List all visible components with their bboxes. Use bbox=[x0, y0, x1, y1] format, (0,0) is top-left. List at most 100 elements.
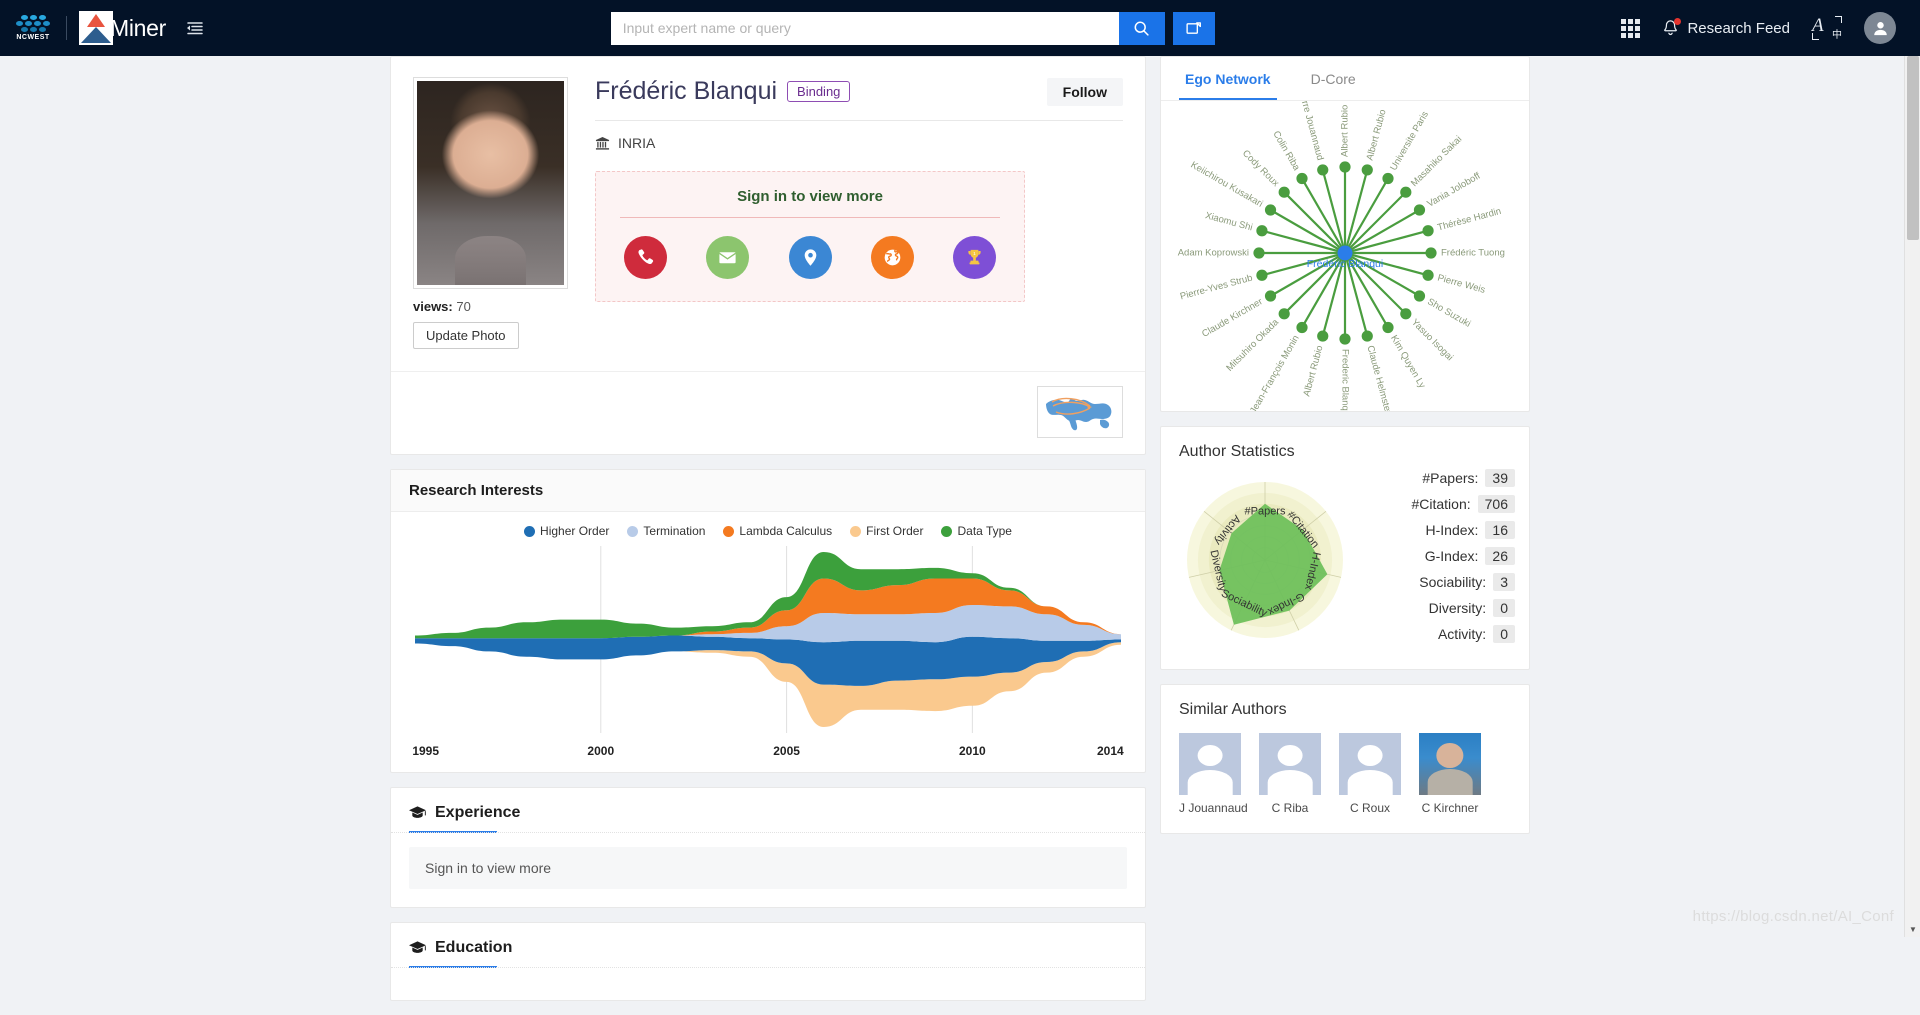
grid-apps-icon[interactable] bbox=[1621, 19, 1640, 38]
ego-node-label[interactable]: Vania Joloboff bbox=[1425, 170, 1482, 209]
ego-node[interactable] bbox=[1362, 164, 1373, 175]
phone-icon[interactable] bbox=[624, 236, 667, 279]
tab-d-core[interactable]: D-Core bbox=[1305, 57, 1362, 100]
ego-node-label[interactable]: Pierre-Yves Strub bbox=[1179, 273, 1254, 303]
ego-node[interactable] bbox=[1382, 322, 1393, 333]
list-item[interactable]: J Jouannaud bbox=[1179, 733, 1241, 815]
avatar bbox=[1179, 733, 1241, 795]
table-row: #Papers: 39 bbox=[1359, 469, 1515, 487]
ego-node[interactable] bbox=[1339, 161, 1350, 172]
globe-icon[interactable] bbox=[871, 236, 914, 279]
experience-signin-prompt[interactable]: Sign in to view more bbox=[409, 847, 1127, 889]
photo-column: views: 70 Update Photo bbox=[413, 77, 573, 349]
stat-label: #Papers: bbox=[1422, 470, 1478, 486]
ego-node[interactable] bbox=[1414, 290, 1425, 301]
ncwest-logo[interactable]: NCWEST bbox=[12, 8, 54, 48]
page-scrollbar[interactable]: ▲ ▼ bbox=[1904, 56, 1920, 937]
ego-node-label[interactable]: Universite Paris bbox=[1388, 109, 1431, 172]
ego-node[interactable] bbox=[1296, 173, 1307, 184]
stat-label: Sociability: bbox=[1419, 574, 1486, 590]
ego-node-label[interactable]: Frederic Blanqui bbox=[1339, 349, 1350, 411]
map-row bbox=[391, 371, 1145, 454]
legend-swatch bbox=[850, 526, 861, 537]
stat-label: G-Index: bbox=[1425, 548, 1479, 564]
scroll-down-icon[interactable]: ▼ bbox=[1905, 921, 1920, 937]
image-search-button[interactable] bbox=[1173, 12, 1215, 45]
aminer-logo[interactable]: Miner bbox=[79, 11, 166, 45]
research-feed-button[interactable]: Research Feed bbox=[1662, 19, 1790, 37]
ego-node[interactable] bbox=[1279, 187, 1290, 198]
trophy-icon[interactable]: 1 bbox=[953, 236, 996, 279]
legend-item[interactable]: Data Type bbox=[941, 524, 1011, 538]
ego-node[interactable] bbox=[1362, 330, 1373, 341]
stat-value: 0 bbox=[1493, 625, 1515, 643]
tab-ego-network[interactable]: Ego Network bbox=[1179, 57, 1277, 100]
ego-node-label[interactable]: Colin Riba bbox=[1270, 129, 1302, 173]
ego-node-label[interactable]: Sho Suzuki bbox=[1425, 296, 1472, 330]
graduation-cap-icon bbox=[409, 941, 426, 956]
legend-item[interactable]: Lambda Calculus bbox=[723, 524, 832, 538]
ego-node[interactable] bbox=[1317, 164, 1328, 175]
ego-node-label[interactable]: Yasuo Isogai bbox=[1409, 317, 1455, 363]
ego-node[interactable] bbox=[1265, 204, 1276, 215]
ego-node-label[interactable]: Albert Rubio bbox=[1301, 344, 1325, 397]
ego-network-graph[interactable]: Albert RubioAlbert RubioUniversite Paris… bbox=[1161, 101, 1529, 411]
ego-node[interactable] bbox=[1256, 270, 1267, 281]
ego-node[interactable] bbox=[1400, 187, 1411, 198]
ego-node[interactable] bbox=[1279, 308, 1290, 319]
ego-node-label[interactable]: Albert Rubio bbox=[1340, 105, 1351, 157]
location-pin-icon[interactable] bbox=[789, 236, 832, 279]
ego-node-label[interactable]: Claude Kirchner bbox=[1200, 296, 1264, 340]
ego-node-label[interactable]: Kim Quyen Ly bbox=[1388, 333, 1427, 390]
avatar bbox=[1419, 733, 1481, 795]
ego-node[interactable] bbox=[1414, 204, 1425, 215]
ego-node-label[interactable]: Pierre Weis bbox=[1436, 273, 1486, 296]
follow-button[interactable]: Follow bbox=[1047, 78, 1123, 106]
ego-node-label[interactable]: Thérèse Hardin bbox=[1436, 206, 1502, 234]
list-item[interactable]: C Riba bbox=[1259, 733, 1321, 815]
ego-node[interactable] bbox=[1265, 290, 1276, 301]
hamburger-list-icon[interactable] bbox=[186, 19, 204, 37]
legend-item[interactable]: Higher Order bbox=[524, 524, 609, 538]
ego-node-label[interactable]: Adam Koprowski bbox=[1178, 248, 1249, 259]
ego-node-label[interactable]: Albert Rubio bbox=[1364, 108, 1388, 161]
ego-node[interactable] bbox=[1425, 247, 1436, 258]
ego-node-label[interactable]: Jean-Pierre Jouannaud bbox=[1289, 101, 1325, 162]
search-button[interactable] bbox=[1119, 12, 1165, 45]
language-translate-icon[interactable]: A 中 bbox=[1812, 15, 1842, 41]
list-item[interactable]: C Kirchner bbox=[1419, 733, 1481, 815]
ego-node-label[interactable]: Cody Roux bbox=[1240, 148, 1281, 189]
ego-node[interactable] bbox=[1422, 225, 1433, 236]
list-item[interactable]: C Roux bbox=[1339, 733, 1401, 815]
ego-node-label[interactable]: Xiaomu Shi bbox=[1204, 210, 1254, 233]
ego-node[interactable] bbox=[1317, 330, 1328, 341]
ego-node[interactable] bbox=[1339, 333, 1350, 344]
ego-node[interactable] bbox=[1382, 173, 1393, 184]
ego-node[interactable] bbox=[1253, 247, 1264, 258]
signin-divider bbox=[620, 217, 1000, 218]
update-photo-button[interactable]: Update Photo bbox=[413, 322, 519, 349]
ego-node-label[interactable]: Masahiko Sakai bbox=[1409, 134, 1464, 189]
ego-network-card: Ego Network D-Core Albert Rubio Albert Ru… bbox=[1160, 56, 1530, 412]
statistics-radar-chart: #Papers#CitationH-IndexG-IndexSociabilit… bbox=[1175, 473, 1355, 648]
legend-item[interactable]: Termination bbox=[627, 524, 705, 538]
world-map-thumbnail[interactable] bbox=[1037, 386, 1123, 438]
ego-node[interactable] bbox=[1422, 270, 1433, 281]
legend-item[interactable]: First Order bbox=[850, 524, 923, 538]
ego-node[interactable] bbox=[1400, 308, 1411, 319]
ego-node-label[interactable]: Claude Helmstetter bbox=[1364, 344, 1396, 411]
legend-label: Lambda Calculus bbox=[739, 524, 832, 538]
email-icon[interactable] bbox=[706, 236, 749, 279]
search-input[interactable] bbox=[611, 12, 1119, 45]
similar-author-name: J Jouannaud bbox=[1179, 801, 1241, 815]
ego-node[interactable] bbox=[1256, 225, 1267, 236]
scrollbar-thumb[interactable] bbox=[1907, 56, 1919, 240]
ego-network-graph-wrap: Albert RubioAlbert RubioUniversite Paris… bbox=[1161, 101, 1529, 411]
ego-node-label[interactable]: Frédéric Tuong bbox=[1441, 248, 1505, 259]
right-column: Ego Network D-Core Albert Rubio Albert Ru… bbox=[1160, 56, 1530, 1015]
stat-label: Activity: bbox=[1438, 626, 1486, 642]
user-avatar-icon[interactable] bbox=[1864, 12, 1896, 44]
institution-icon bbox=[595, 136, 610, 151]
graduation-cap-icon bbox=[409, 806, 426, 821]
ego-node[interactable] bbox=[1296, 322, 1307, 333]
